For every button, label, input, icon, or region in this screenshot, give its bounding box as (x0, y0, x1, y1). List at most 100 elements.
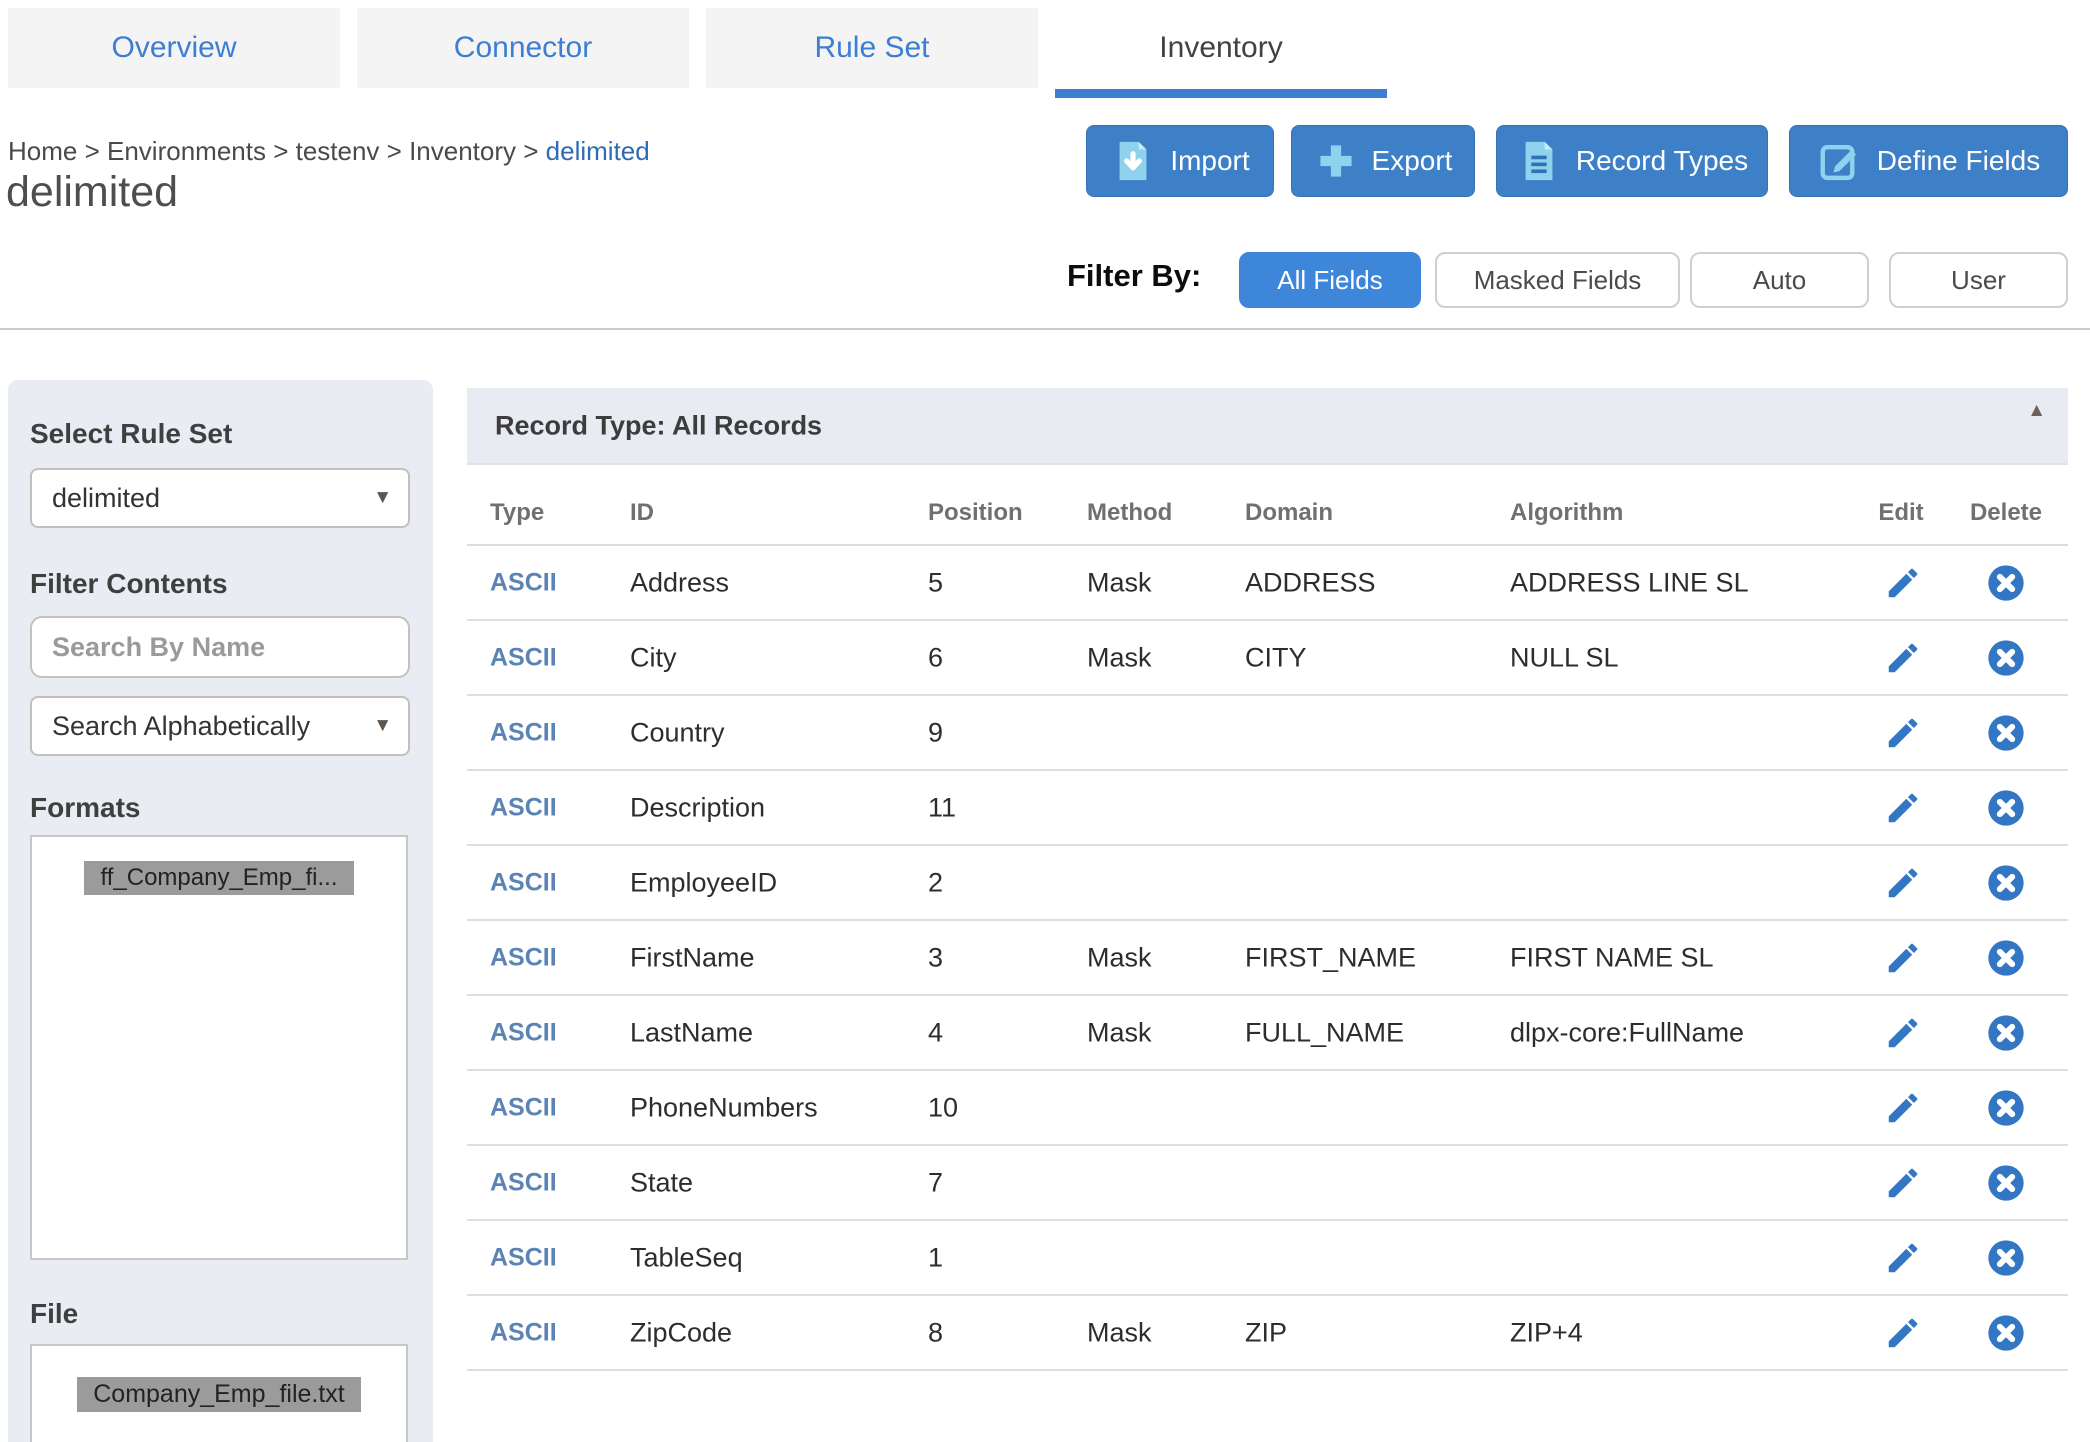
circle-x-icon (1986, 1313, 2026, 1353)
filter-by-label: Filter By: (1067, 258, 1201, 294)
row-domain: ZIP (1245, 1317, 1287, 1348)
column-header-id: ID (630, 499, 654, 527)
pencil-icon (1884, 789, 1922, 827)
delete-row-button[interactable] (1978, 1163, 2034, 1203)
pencil-icon (1884, 1014, 1922, 1052)
row-id: PhoneNumbers (630, 1092, 818, 1123)
table-row: ASCII FirstName 3 Mask FIRST_NAME FIRST … (467, 921, 2068, 996)
delete-row-button[interactable] (1978, 788, 2034, 828)
sort-selected-value: Search Alphabetically (52, 711, 310, 742)
format-item[interactable]: ff_Company_Emp_fi... (84, 861, 353, 895)
import-button[interactable]: Import (1086, 125, 1274, 197)
table-row: ASCII TableSeq 1 (467, 1221, 2068, 1296)
delete-row-button[interactable] (1978, 1313, 2034, 1353)
column-header-algorithm: Algorithm (1510, 499, 1623, 527)
table-row: ASCII Address 5 Mask ADDRESS ADDRESS LIN… (467, 546, 2068, 621)
delete-row-button[interactable] (1978, 863, 2034, 903)
column-header-position: Position (928, 499, 1023, 527)
breadcrumb-item[interactable]: delimited (546, 136, 650, 166)
edit-row-button[interactable] (1875, 864, 1931, 902)
filter-masked-fields-button[interactable]: Masked Fields (1435, 252, 1680, 308)
define-fields-label: Define Fields (1877, 145, 2040, 177)
row-method: Mask (1087, 642, 1152, 673)
formats-list: ff_Company_Emp_fi... (30, 835, 408, 1260)
export-button[interactable]: Export (1291, 125, 1475, 197)
edit-row-button[interactable] (1875, 1239, 1931, 1277)
row-algorithm: dlpx-core:FullName (1510, 1017, 1744, 1048)
tab-label: Rule Set (814, 31, 929, 65)
table-row: ASCII Description 11 (467, 771, 2068, 846)
row-type: ASCII (490, 1243, 557, 1272)
file-item[interactable]: Company_Emp_file.txt (77, 1377, 361, 1412)
delete-row-button[interactable] (1978, 1088, 2034, 1128)
triangle-up-icon[interactable]: ▲ (2027, 400, 2046, 422)
row-id: EmployeeID (630, 867, 777, 898)
row-id: Country (630, 717, 725, 748)
page-title: delimited (6, 168, 178, 217)
pencil-icon (1884, 1239, 1922, 1277)
record-type-label: Record Type: All Records (495, 410, 822, 441)
record-type-header: Record Type: All Records ▲ (467, 388, 2068, 465)
edit-row-button[interactable] (1875, 564, 1931, 602)
delete-row-button[interactable] (1978, 713, 2034, 753)
row-type: ASCII (490, 1018, 557, 1047)
tab-overview[interactable]: Overview (8, 8, 340, 88)
delete-row-button[interactable] (1978, 638, 2034, 678)
row-id: ZipCode (630, 1317, 732, 1348)
delete-row-button[interactable] (1978, 1238, 2034, 1278)
edit-row-button[interactable] (1875, 1014, 1931, 1052)
tab-connector[interactable]: Connector (357, 8, 689, 88)
edit-row-button[interactable] (1875, 1314, 1931, 1352)
row-id: TableSeq (630, 1242, 743, 1273)
row-id: LastName (630, 1017, 753, 1048)
column-header-edit: Edit (1869, 499, 1933, 527)
pencil-icon (1884, 864, 1922, 902)
tab-inventory[interactable]: Inventory (1055, 8, 1387, 88)
row-id: City (630, 642, 677, 673)
edit-square-icon (1817, 138, 1863, 184)
define-fields-button[interactable]: Define Fields (1789, 125, 2068, 197)
filter-all-fields-button[interactable]: All Fields (1239, 252, 1421, 308)
breadcrumb-item[interactable]: testenv (296, 136, 380, 166)
circle-x-icon (1986, 1088, 2026, 1128)
row-id: State (630, 1167, 693, 1198)
delete-row-button[interactable] (1978, 563, 2034, 603)
sort-select[interactable]: Search Alphabetically ▼ (30, 696, 410, 756)
search-input[interactable] (30, 616, 410, 678)
plus-icon (1314, 139, 1358, 183)
pencil-icon (1884, 639, 1922, 677)
breadcrumb-item[interactable]: Environments (107, 136, 266, 166)
row-domain: CITY (1245, 642, 1307, 673)
chevron-down-icon: ▼ (373, 715, 392, 737)
file-heading: File (30, 1298, 78, 1330)
delete-row-button[interactable] (1978, 1013, 2034, 1053)
tab-rule-set[interactable]: Rule Set (706, 8, 1038, 88)
circle-x-icon (1986, 863, 2026, 903)
filter-auto-button[interactable]: Auto (1690, 252, 1869, 308)
rule-set-selected-value: delimited (52, 483, 160, 514)
row-method: Mask (1087, 1017, 1152, 1048)
edit-row-button[interactable] (1875, 1164, 1931, 1202)
row-algorithm: NULL SL (1510, 642, 1619, 673)
record-types-button[interactable]: Record Types (1496, 125, 1768, 197)
table-row: ASCII ZipCode 8 Mask ZIP ZIP+4 (467, 1296, 2068, 1371)
row-type: ASCII (490, 718, 557, 747)
filter-user-button[interactable]: User (1889, 252, 2068, 308)
edit-row-button[interactable] (1875, 939, 1931, 977)
edit-row-button[interactable] (1875, 1089, 1931, 1127)
edit-row-button[interactable] (1875, 714, 1931, 752)
row-position: 8 (928, 1317, 943, 1348)
breadcrumb-item[interactable]: Inventory (409, 136, 516, 166)
breadcrumb-item[interactable]: Home (8, 136, 77, 166)
circle-x-icon (1986, 638, 2026, 678)
row-type: ASCII (490, 793, 557, 822)
delete-row-button[interactable] (1978, 938, 2034, 978)
row-type: ASCII (490, 643, 557, 672)
pencil-icon (1884, 714, 1922, 752)
pencil-icon (1884, 1089, 1922, 1127)
edit-row-button[interactable] (1875, 789, 1931, 827)
edit-row-button[interactable] (1875, 639, 1931, 677)
table-row: ASCII LastName 4 Mask FULL_NAME dlpx-cor… (467, 996, 2068, 1071)
record-panel: Record Type: All Records ▲ Type ID Posit… (467, 388, 2068, 1371)
rule-set-select[interactable]: delimited ▼ (30, 468, 410, 528)
